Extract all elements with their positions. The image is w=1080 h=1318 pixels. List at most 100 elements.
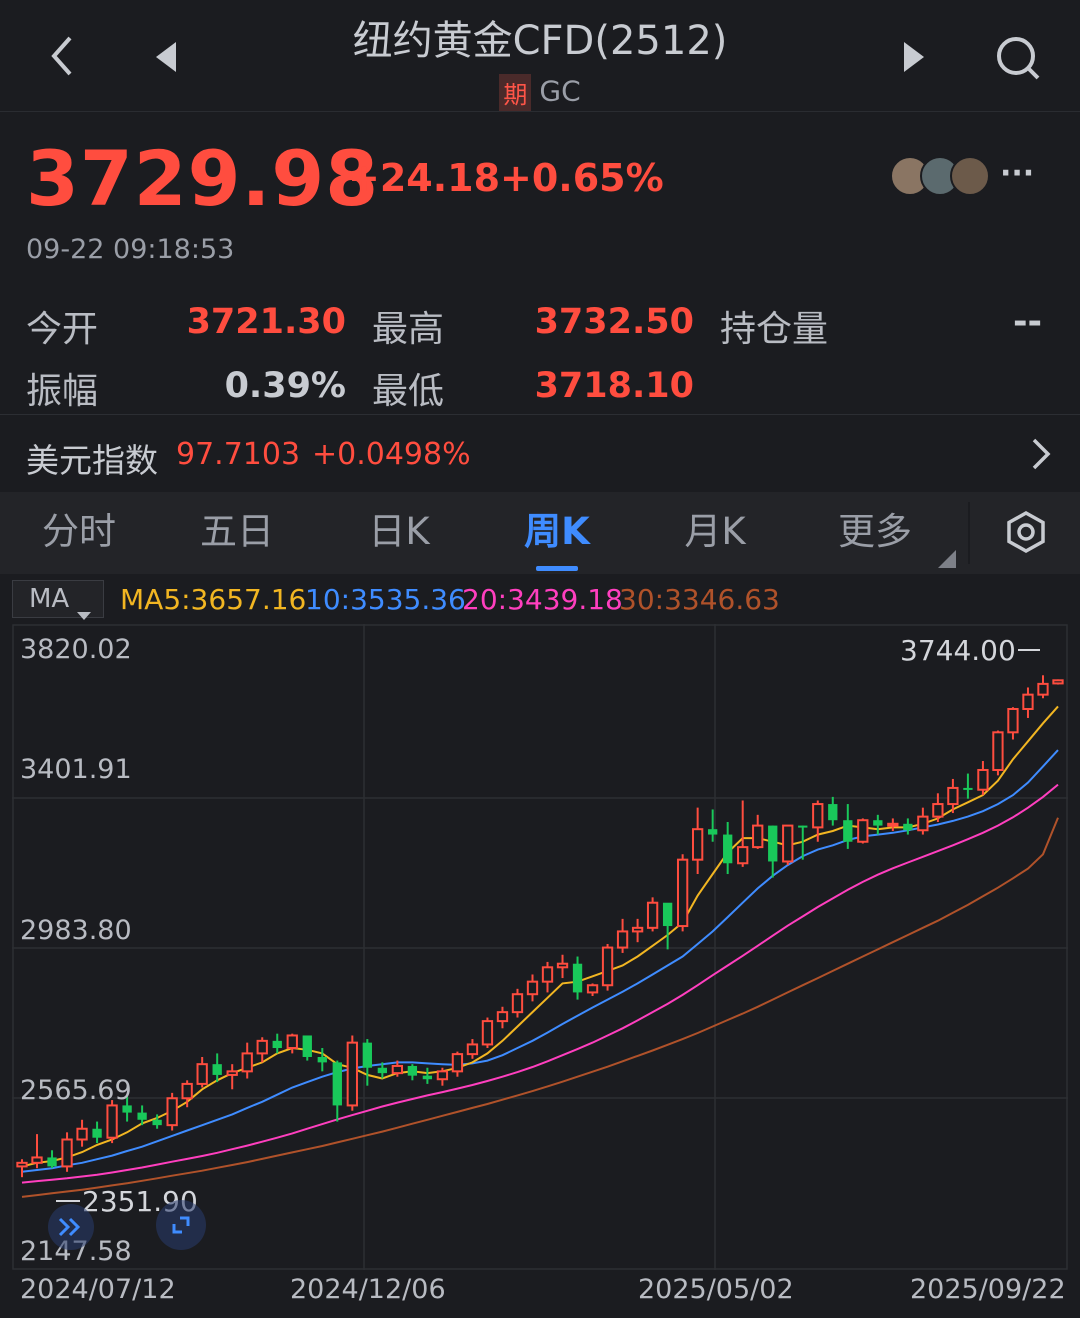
candle-body	[541, 966, 554, 983]
candle-body	[317, 1056, 327, 1063]
dollar-index-change: +0.0498%	[312, 437, 471, 472]
candle-body	[723, 834, 733, 864]
chart-frame	[12, 624, 1068, 1270]
x-tick-label: 2024/12/06	[290, 1274, 446, 1305]
candle-body	[782, 824, 794, 863]
candle-body	[917, 815, 929, 832]
candle-body	[752, 824, 764, 849]
candle-body	[61, 1138, 73, 1168]
candle-body	[481, 1020, 494, 1046]
quote-timestamp: 09-22 09:18:53	[26, 234, 235, 265]
candle-body	[586, 984, 599, 994]
ma5-value: MA5:3657.16	[120, 583, 307, 616]
candle-body	[92, 1128, 102, 1138]
candle-body	[31, 1156, 43, 1164]
corner-triangle-icon	[938, 550, 956, 572]
candle-body	[451, 1053, 464, 1073]
candle-body	[843, 820, 853, 842]
candle-body	[152, 1119, 162, 1126]
open-value: 3721.30	[186, 302, 346, 342]
candle-body	[362, 1042, 372, 1068]
settings-hexagon-icon[interactable]	[1004, 510, 1048, 558]
candle-body	[992, 731, 1004, 771]
candle-body	[166, 1097, 178, 1127]
candle-body	[556, 962, 569, 969]
candle-body	[977, 768, 989, 791]
candle-body	[708, 829, 718, 835]
candle-body	[572, 963, 583, 993]
price-change-percent: +0.65%	[500, 156, 664, 200]
candle-body	[466, 1043, 479, 1056]
next-triangle-icon[interactable]	[898, 40, 928, 74]
open-interest-value: --	[1012, 302, 1042, 342]
candle-body	[616, 930, 629, 949]
tab-more[interactable]: 更多	[800, 492, 950, 574]
candle-body	[676, 858, 689, 928]
tab-daily-k[interactable]: 日K	[324, 492, 474, 574]
candle-body	[286, 1034, 298, 1050]
expand-arrows-icon[interactable]	[48, 1204, 94, 1250]
code-text: GC	[539, 74, 581, 108]
more-icon[interactable]: ···	[1000, 156, 1034, 191]
futures-tag: 期	[499, 74, 532, 111]
tab-divider	[968, 502, 970, 564]
candle-body	[601, 946, 614, 987]
candle-body	[873, 820, 883, 826]
chevron-right-icon	[1028, 436, 1054, 476]
candle-body	[1037, 682, 1049, 696]
candle-body	[196, 1063, 208, 1085]
low-value: 3718.10	[534, 366, 694, 406]
candle-body	[332, 1062, 342, 1106]
candle-body	[16, 1161, 28, 1168]
x-tick-label: 2024/07/12	[20, 1274, 176, 1305]
candle-body	[1007, 707, 1019, 734]
candle-body	[377, 1067, 388, 1074]
open-interest-label: 持仓量	[720, 309, 829, 350]
candle-body	[256, 1039, 268, 1055]
dollar-index-row[interactable]: 美元指数 97.7103 +0.0498%	[0, 416, 1080, 490]
weekly-candlestick-chart[interactable]	[12, 624, 1068, 1270]
candle-body	[511, 993, 524, 1014]
low-label: 最低	[372, 371, 445, 412]
ma30-value: 30:3346.63	[619, 583, 780, 616]
ma10-value: 10:3535.36	[305, 583, 466, 616]
tab-intraday[interactable]: 分时	[4, 492, 154, 574]
candle-body	[1022, 693, 1034, 710]
candle-body	[407, 1065, 418, 1076]
candle-body	[47, 1157, 57, 1167]
high-label: 最高	[372, 309, 445, 350]
amplitude-value: 0.39%	[224, 366, 346, 406]
indicator-selector-label: MA	[29, 584, 70, 614]
avatar-group[interactable]	[890, 156, 994, 196]
candle-body	[768, 825, 778, 862]
candle-body	[798, 825, 808, 828]
candle-body	[691, 828, 704, 861]
candle-body	[932, 803, 944, 818]
candle-body	[241, 1052, 253, 1073]
price-change: +24.18	[348, 156, 501, 200]
candle-body	[812, 803, 824, 829]
candle-body	[302, 1035, 312, 1057]
candle-body	[181, 1082, 193, 1100]
candle-body	[963, 787, 973, 790]
candle-body	[526, 980, 539, 996]
open-label: 今开	[26, 309, 99, 350]
x-tick-label: 2025/05/02	[638, 1274, 794, 1305]
x-tick-label: 2025/09/22	[910, 1274, 1066, 1305]
candle-body	[496, 1011, 509, 1023]
search-icon[interactable]	[994, 34, 1042, 82]
candle-body	[226, 1070, 238, 1076]
candle-body	[272, 1040, 282, 1049]
candle-body	[631, 926, 644, 933]
indicator-selector[interactable]: MA	[12, 580, 104, 620]
candle-body	[212, 1064, 222, 1075]
candle-body	[903, 823, 913, 831]
fullscreen-icon[interactable]	[156, 1200, 206, 1250]
instrument-code: 期 GC	[0, 74, 1080, 111]
ma20-value: 20:3439.18	[462, 583, 623, 616]
tab-monthly-k[interactable]: 月K	[640, 492, 790, 574]
ma30-line	[21, 817, 1059, 1198]
tab-five-day[interactable]: 五日	[162, 492, 312, 574]
tab-weekly-k[interactable]: 周K	[482, 492, 632, 574]
period-tabs: 分时 五日 日K 周K 月K 更多	[0, 492, 1080, 574]
